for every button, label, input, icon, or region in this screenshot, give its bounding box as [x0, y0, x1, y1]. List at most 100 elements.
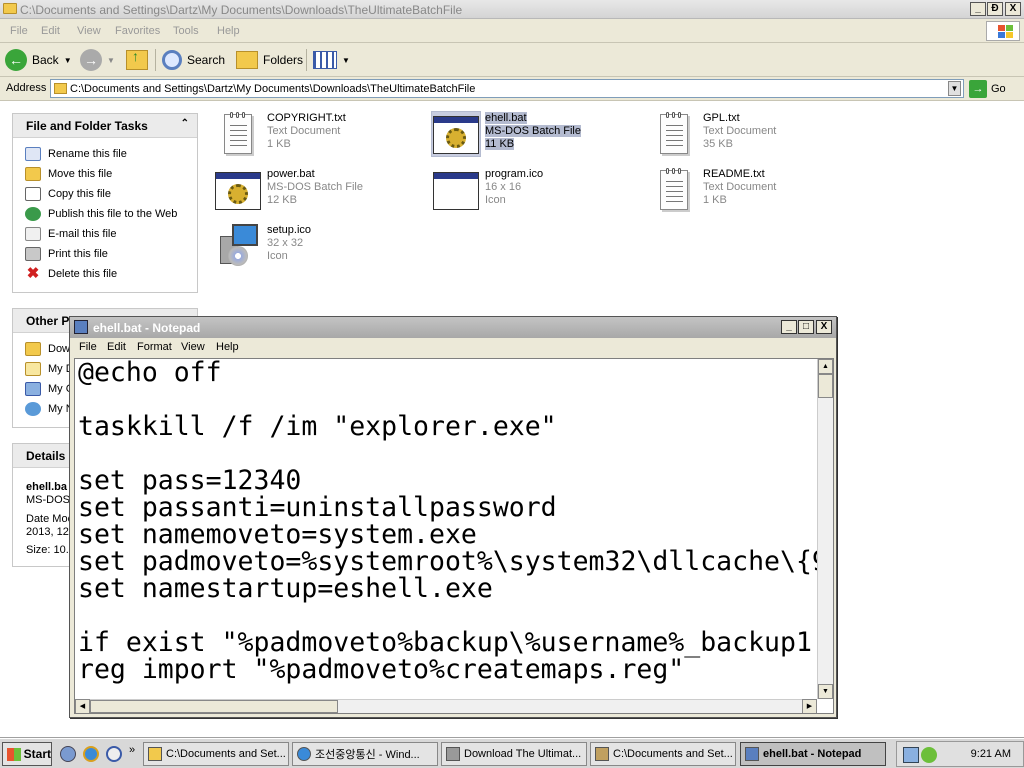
search-label: Search — [187, 53, 226, 67]
notepad-content[interactable]: @echo off taskkill /f /im "explorer.exe"… — [78, 359, 818, 699]
batch-file-icon — [431, 111, 481, 157]
file-name: README.txt — [703, 168, 765, 180]
back-arrow-icon: ← — [5, 49, 27, 71]
go-button[interactable]: → Go — [969, 80, 1006, 98]
task-label: Print this file — [48, 248, 108, 260]
taskbar-item-download[interactable]: Download The Ultimat... — [441, 742, 587, 766]
place-my-documents[interactable]: My D — [25, 360, 74, 378]
setup-icon — [214, 224, 262, 268]
task-email[interactable]: E-mail this file — [25, 225, 116, 243]
menu-tools[interactable]: Tools — [173, 25, 199, 37]
file-item-selected[interactable]: ehell.bat MS-DOS Batch File 11 KB — [431, 110, 652, 160]
task-rename[interactable]: Rename this file — [25, 145, 127, 163]
task-label: C:\Documents and Set... — [166, 748, 286, 760]
file-item[interactable]: power.bat MS-DOS Batch File 12 KB — [214, 166, 434, 216]
forward-dropdown-icon[interactable]: ▼ — [107, 56, 115, 65]
media-player-icon[interactable] — [106, 746, 122, 762]
folders-button[interactable]: Folders — [236, 48, 303, 72]
scroll-down-icon[interactable]: ▼ — [818, 684, 833, 699]
collapse-chevron-icon[interactable]: ⌃ — [181, 118, 189, 129]
horizontal-scrollbar[interactable]: ◀ ▶ — [75, 699, 817, 713]
task-label: Publish this file to the Web — [48, 208, 178, 220]
horizontal-scroll-thumb[interactable] — [90, 700, 338, 713]
forward-button[interactable]: → ▼ — [80, 48, 115, 72]
menu-favorites[interactable]: Favorites — [115, 25, 160, 37]
task-delete[interactable]: ✖ Delete this file — [25, 265, 117, 283]
menu-help[interactable]: Help — [217, 25, 240, 37]
scroll-up-icon[interactable]: ▲ — [818, 359, 833, 374]
folder-icon — [3, 3, 17, 14]
file-size: 1 KB — [703, 194, 727, 206]
file-item[interactable]: README.txt Text Document 1 KB — [650, 166, 870, 216]
task-copy[interactable]: Copy this file — [25, 185, 111, 203]
my-documents-icon — [25, 362, 41, 376]
network-icon[interactable] — [903, 747, 919, 763]
notepad-menu-file[interactable]: File — [79, 341, 97, 353]
file-name: program.ico — [485, 168, 544, 180]
taskbar-item-winzip[interactable]: C:\Documents and Set... — [590, 742, 736, 766]
quicklaunch-overflow-icon[interactable]: » — [129, 744, 135, 756]
views-dropdown-icon[interactable]: ▼ — [342, 56, 350, 65]
show-desktop-icon[interactable] — [60, 746, 76, 762]
menu-file[interactable]: File — [10, 25, 28, 37]
views-button[interactable]: ▼ — [313, 48, 350, 72]
go-arrow-icon: → — [969, 80, 987, 98]
details-name: ehell.ba — [26, 481, 67, 493]
place-my-network[interactable]: My N — [25, 400, 74, 418]
go-label: Go — [991, 83, 1006, 95]
address-bar: Address C:\Documents and Settings\Dartz\… — [0, 77, 1024, 101]
file-size: Icon — [267, 250, 288, 262]
clock[interactable]: 9:21 AM — [971, 748, 1011, 760]
notepad-menu-help[interactable]: Help — [216, 341, 239, 353]
minimize-button[interactable]: _ — [970, 2, 986, 16]
address-dropdown-icon[interactable]: ▼ — [948, 81, 961, 96]
taskbar-item-explorer[interactable]: C:\Documents and Set... — [143, 742, 289, 766]
vertical-scrollbar[interactable]: ▲ ▼ — [817, 359, 833, 699]
back-dropdown-icon[interactable]: ▼ — [64, 56, 72, 65]
tray-app-icon[interactable] — [921, 747, 937, 763]
place-downloads[interactable]: Dow — [25, 340, 70, 358]
scroll-left-icon[interactable]: ◀ — [75, 699, 90, 713]
notepad-text-area[interactable]: @echo off taskkill /f /im "explorer.exe"… — [74, 358, 834, 714]
task-print[interactable]: Print this file — [25, 245, 108, 263]
windows-flag-icon — [7, 747, 21, 761]
notepad-menu-view[interactable]: View — [181, 341, 205, 353]
menu-view[interactable]: View — [77, 25, 101, 37]
taskbar-item-browser[interactable]: 조선중앙통신 - Wind... — [292, 742, 438, 766]
file-item[interactable]: COPYRIGHT.txt Text Document 1 KB — [214, 110, 434, 160]
address-field[interactable]: C:\Documents and Settings\Dartz\My Docum… — [50, 79, 964, 98]
task-publish[interactable]: Publish this file to the Web — [25, 205, 177, 223]
views-icon — [313, 51, 337, 69]
folder-icon — [25, 342, 41, 356]
file-type: 32 x 32 — [267, 237, 304, 249]
place-my-computer[interactable]: My C — [25, 380, 74, 398]
back-button[interactable]: ← Back ▼ — [5, 48, 72, 72]
restore-button[interactable]: Ɖ — [987, 2, 1003, 16]
notepad-menu-edit[interactable]: Edit — [107, 341, 126, 353]
file-size: 1 KB — [267, 138, 291, 150]
notepad-menu-format[interactable]: Format — [137, 341, 172, 353]
taskbar-item-notepad[interactable]: ehell.bat - Notepad — [740, 742, 886, 766]
notepad-title-bar[interactable]: ehell.bat - Notepad _ □ X — [70, 317, 836, 338]
file-folder-tasks-header[interactable]: File and Folder Tasks ⌃ — [13, 114, 197, 138]
up-folder-button[interactable]: ↑ — [126, 48, 148, 72]
notepad-minimize-button[interactable]: _ — [781, 320, 797, 334]
vertical-scroll-thumb[interactable] — [818, 374, 833, 398]
menu-edit[interactable]: Edit — [41, 25, 60, 37]
close-button[interactable]: X — [1005, 2, 1021, 16]
file-item[interactable]: setup.ico 32 x 32 Icon — [214, 222, 434, 272]
start-button[interactable]: Start — [2, 742, 52, 766]
scroll-right-icon[interactable]: ▶ — [802, 699, 817, 713]
notepad-maximize-button[interactable]: □ — [798, 320, 814, 334]
search-button[interactable]: Search — [162, 48, 225, 72]
ie-icon — [297, 747, 311, 761]
task-label: Copy this file — [48, 188, 111, 200]
notepad-window: ehell.bat - Notepad _ □ X File Edit Form… — [69, 316, 837, 718]
up-folder-icon: ↑ — [126, 48, 148, 70]
task-move[interactable]: Move this file — [25, 165, 112, 183]
explorer-title-bar[interactable]: C:\Documents and Settings\Dartz\My Docum… — [0, 0, 1024, 19]
internet-explorer-icon[interactable] — [83, 746, 99, 762]
file-item[interactable]: GPL.txt Text Document 35 KB — [650, 110, 870, 160]
file-item[interactable]: program.ico 16 x 16 Icon — [432, 166, 652, 216]
notepad-close-button[interactable]: X — [816, 320, 832, 334]
